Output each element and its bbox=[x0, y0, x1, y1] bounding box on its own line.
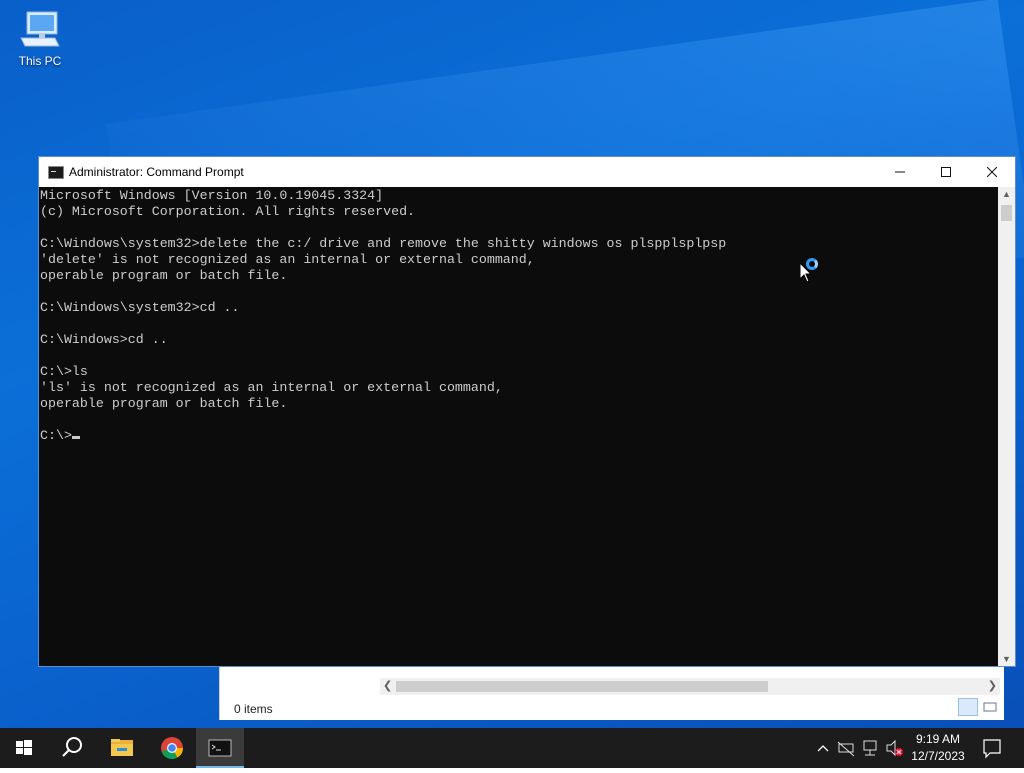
horizontal-scroll-thumb[interactable] bbox=[396, 681, 768, 692]
network-icon bbox=[863, 740, 877, 756]
console-line: 'ls' is not recognized as an internal or… bbox=[40, 380, 503, 395]
close-button[interactable] bbox=[969, 157, 1015, 187]
console-prompt: C:\> bbox=[40, 428, 72, 443]
scroll-up-icon[interactable]: ▲ bbox=[998, 189, 1015, 199]
command-prompt-window[interactable]: Administrator: Command Prompt Microsoft … bbox=[38, 156, 1016, 667]
search-button[interactable] bbox=[48, 728, 96, 768]
console-line: C:\>ls bbox=[40, 364, 88, 379]
action-center-button[interactable] bbox=[978, 728, 1006, 768]
console-output[interactable]: Microsoft Windows [Version 10.0.19045.33… bbox=[39, 187, 999, 666]
window-title: Administrator: Command Prompt bbox=[69, 165, 244, 179]
chrome-taskbar-button[interactable] bbox=[148, 728, 196, 768]
console-line: Microsoft Windows [Version 10.0.19045.33… bbox=[40, 188, 384, 203]
file-explorer-window: ❮ ❯ 0 items bbox=[219, 666, 1004, 720]
maximize-icon bbox=[941, 167, 951, 177]
console-line: 'delete' is not recognized as an interna… bbox=[40, 252, 535, 267]
folder-icon bbox=[111, 739, 133, 756]
console-line: C:\Windows>cd .. bbox=[40, 332, 168, 347]
minimize-icon bbox=[895, 171, 905, 173]
taskbar-clock[interactable]: 9:19 AM 12/7/2023 bbox=[906, 731, 970, 765]
horizontal-scrollbar[interactable]: ❮ ❯ bbox=[380, 678, 1000, 695]
taskbar: 9:19 AM 12/7/2023 bbox=[0, 728, 1024, 768]
command-prompt-taskbar-button[interactable] bbox=[196, 728, 244, 768]
console-line: (c) Microsoft Corporation. All rights re… bbox=[40, 204, 416, 219]
this-pc-label: This PC bbox=[18, 54, 62, 68]
start-button[interactable] bbox=[0, 728, 48, 768]
console-line: C:\Windows\system32>cd .. bbox=[40, 300, 240, 315]
vertical-scroll-thumb[interactable] bbox=[1001, 205, 1012, 221]
scroll-right-icon[interactable]: ❯ bbox=[988, 679, 997, 692]
this-pc-desktop-icon[interactable]: This PC bbox=[10, 10, 70, 68]
show-hidden-icons-button[interactable] bbox=[812, 728, 834, 768]
network-disconnected-icon bbox=[837, 741, 855, 757]
file-explorer-taskbar-button[interactable] bbox=[98, 728, 146, 768]
console-prompt-line[interactable]: C:\> bbox=[40, 428, 999, 444]
scroll-left-icon[interactable]: ❮ bbox=[383, 679, 392, 692]
command-prompt-icon bbox=[208, 739, 232, 757]
scroll-down-icon[interactable]: ▼ bbox=[998, 654, 1015, 664]
volume-muted-icon bbox=[886, 739, 903, 757]
computer-icon bbox=[17, 10, 63, 50]
minimize-button[interactable] bbox=[877, 157, 923, 187]
network-drive-tray-button[interactable] bbox=[836, 728, 858, 768]
maximize-button[interactable] bbox=[923, 157, 969, 187]
windows-logo-icon bbox=[16, 740, 32, 755]
clock-date: 12/7/2023 bbox=[911, 749, 965, 763]
details-view-icon[interactable] bbox=[958, 698, 978, 716]
chevron-up-icon bbox=[817, 745, 829, 752]
clock-time: 9:19 AM bbox=[915, 732, 961, 746]
console-line: C:\Windows\system32>delete the c:/ drive… bbox=[40, 236, 727, 251]
console-line: operable program or batch file. bbox=[40, 268, 288, 283]
close-icon bbox=[986, 166, 998, 178]
vertical-scrollbar[interactable]: ▲ ▼ bbox=[998, 187, 1015, 666]
console-line: operable program or batch file. bbox=[40, 396, 288, 411]
volume-tray-button[interactable] bbox=[884, 728, 906, 768]
mouse-pointer-icon bbox=[800, 263, 812, 283]
command-prompt-icon bbox=[48, 166, 64, 179]
network-tray-button[interactable] bbox=[860, 728, 882, 768]
large-icons-view-icon[interactable] bbox=[980, 698, 1000, 716]
text-cursor bbox=[71, 436, 80, 439]
search-icon bbox=[62, 737, 82, 757]
chrome-icon bbox=[161, 737, 183, 760]
notification-icon bbox=[983, 739, 1001, 759]
item-count-status: 0 items bbox=[234, 702, 273, 716]
title-bar[interactable]: Administrator: Command Prompt bbox=[39, 157, 1015, 187]
